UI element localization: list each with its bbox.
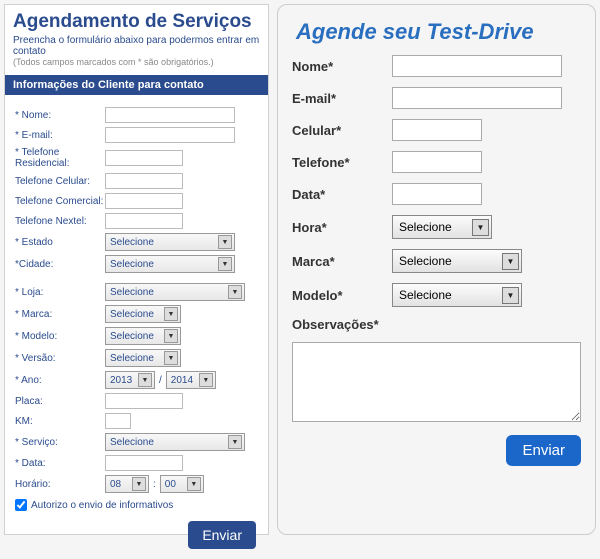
label-km: KM: xyxy=(15,416,105,427)
label-marca: Marca* xyxy=(292,254,392,269)
form-subtitle: Preencha o formulário abaixo para poderm… xyxy=(5,33,268,57)
label-tel-nextel: Telefone Nextel: xyxy=(15,216,105,227)
label-hora: Hora* xyxy=(292,220,392,235)
input-km[interactable] xyxy=(105,413,131,429)
service-scheduling-form: Agendamento de Serviços Preencha o formu… xyxy=(4,4,269,535)
label-marca: * Marca: xyxy=(15,309,105,320)
label-email: E-mail* xyxy=(292,91,392,106)
label-tel-cel: Telefone Celular: xyxy=(15,176,105,187)
checkbox-informativos[interactable] xyxy=(15,499,27,511)
chevron-down-icon: ▼ xyxy=(218,257,232,271)
input-data[interactable] xyxy=(392,183,482,205)
chevron-down-icon: ▼ xyxy=(199,373,213,387)
label-telefone: Telefone* xyxy=(292,155,392,170)
label-celular: Celular* xyxy=(292,123,392,138)
select-ano-from[interactable]: 2013▼ xyxy=(105,371,155,389)
form-title: Agende seu Test-Drive xyxy=(292,15,581,55)
label-data: * Data: xyxy=(15,458,105,469)
label-modelo: Modelo* xyxy=(292,288,392,303)
input-nome[interactable] xyxy=(392,55,562,77)
chevron-down-icon: ▼ xyxy=(132,477,146,491)
select-loja[interactable]: Selecione▼ xyxy=(105,283,245,301)
label-versao: * Versão: xyxy=(15,353,105,364)
label-estado: * Estado xyxy=(15,237,105,248)
select-ano-to[interactable]: 2014▼ xyxy=(166,371,216,389)
chevron-down-icon: ▼ xyxy=(164,329,178,343)
input-tel-com[interactable] xyxy=(105,193,183,209)
textarea-observacoes[interactable] xyxy=(292,342,581,422)
select-hora[interactable]: 08▼ xyxy=(105,475,149,493)
input-placa[interactable] xyxy=(105,393,183,409)
select-cidade[interactable]: Selecione▼ xyxy=(105,255,235,273)
submit-button[interactable]: Enviar xyxy=(188,521,256,549)
input-telefone[interactable] xyxy=(392,151,482,173)
chevron-down-icon: ▼ xyxy=(164,351,178,365)
label-ano: * Ano: xyxy=(15,375,105,386)
label-obs: Observações* xyxy=(292,317,392,332)
label-servico: * Serviço: xyxy=(15,437,105,448)
label-cidade: *Cidade: xyxy=(15,259,105,270)
label-tel-com: Telefone Comercial: xyxy=(15,196,105,207)
test-drive-form: Agende seu Test-Drive Nome* E-mail* Celu… xyxy=(277,4,596,535)
required-note: (Todos campos marcados com * são obrigat… xyxy=(5,57,268,71)
section-header: Informações do Cliente para contato xyxy=(5,75,268,95)
label-loja: * Loja: xyxy=(15,287,105,298)
label-nome: * Nome: xyxy=(15,110,105,121)
select-hora[interactable]: Selecione▼ xyxy=(392,215,492,239)
select-modelo[interactable]: Selecione▼ xyxy=(105,327,181,345)
chevron-down-icon: ▼ xyxy=(164,307,178,321)
checkbox-label: Autorizo o envio de informativos xyxy=(31,500,173,511)
select-min[interactable]: 00▼ xyxy=(160,475,204,493)
hora-separator: : xyxy=(149,479,160,490)
select-marca[interactable]: Selecione▼ xyxy=(392,249,522,273)
label-data: Data* xyxy=(292,187,392,202)
chevron-down-icon: ▼ xyxy=(228,285,242,299)
form-title: Agendamento de Serviços xyxy=(5,5,268,33)
select-estado[interactable]: Selecione▼ xyxy=(105,233,235,251)
chevron-down-icon: ▼ xyxy=(218,235,232,249)
label-placa: Placa: xyxy=(15,396,105,407)
input-email[interactable] xyxy=(105,127,235,143)
submit-button[interactable]: Enviar xyxy=(506,435,581,466)
label-nome: Nome* xyxy=(292,59,392,74)
label-email: * E-mail: xyxy=(15,130,105,141)
chevron-down-icon: ▼ xyxy=(502,287,519,304)
select-servico[interactable]: Selecione▼ xyxy=(105,433,245,451)
select-marca[interactable]: Selecione▼ xyxy=(105,305,181,323)
label-tel-res: * Telefone Residencial: xyxy=(15,147,105,169)
input-tel-res[interactable] xyxy=(105,150,183,166)
label-horario: Horário: xyxy=(15,479,105,490)
chevron-down-icon: ▼ xyxy=(472,219,489,236)
input-tel-cel[interactable] xyxy=(105,173,183,189)
input-email[interactable] xyxy=(392,87,562,109)
chevron-down-icon: ▼ xyxy=(502,253,519,270)
ano-separator: / xyxy=(155,375,166,386)
chevron-down-icon: ▼ xyxy=(228,435,242,449)
chevron-down-icon: ▼ xyxy=(138,373,152,387)
chevron-down-icon: ▼ xyxy=(187,477,201,491)
label-modelo: * Modelo: xyxy=(15,331,105,342)
select-modelo[interactable]: Selecione▼ xyxy=(392,283,522,307)
input-celular[interactable] xyxy=(392,119,482,141)
input-tel-nextel[interactable] xyxy=(105,213,183,229)
input-nome[interactable] xyxy=(105,107,235,123)
select-versao[interactable]: Selecione▼ xyxy=(105,349,181,367)
input-data[interactable] xyxy=(105,455,183,471)
